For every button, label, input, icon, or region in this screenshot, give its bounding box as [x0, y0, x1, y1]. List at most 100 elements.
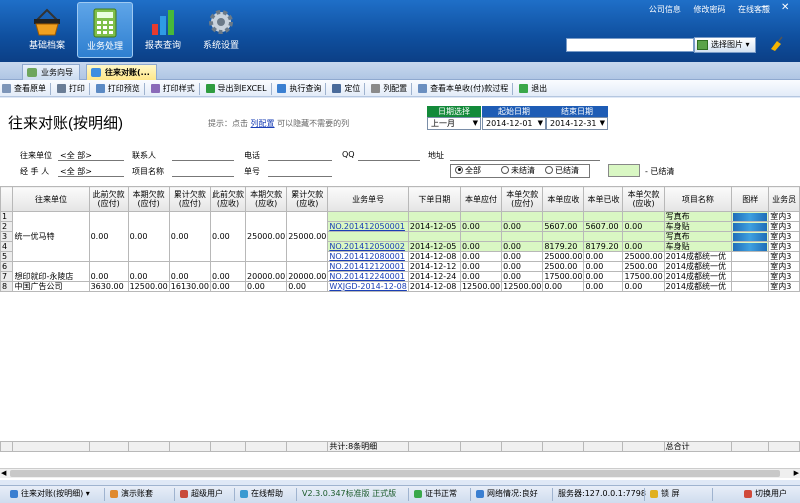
table-row[interactable]: 2 NO.201412050001 2014-12-05 0.00 0.00 5607.0…: [0, 221, 800, 232]
scroll-left-icon[interactable]: ◀: [1, 469, 6, 477]
close-icon[interactable]: ✕: [781, 2, 789, 13]
radio-settled[interactable]: 已结清: [545, 165, 579, 177]
total-cell: [542, 441, 585, 452]
table-row[interactable]: 6 NO.201412120001 2014-12-12 0.00 0.00 2500.0…: [0, 261, 800, 272]
doc-number-link[interactable]: NO.201412050002: [327, 241, 409, 252]
start-date-picker[interactable]: 2014-12-01 ▼: [482, 117, 546, 130]
exit-button[interactable]: 退出: [517, 81, 550, 96]
column-header[interactable]: 业务单号: [327, 186, 409, 212]
column-header[interactable]: 项目名称: [663, 186, 733, 212]
nav-basic-records[interactable]: 基础档案: [19, 2, 75, 58]
handler-label: 经 手 人: [20, 167, 50, 176]
print-button[interactable]: 打印: [55, 81, 88, 96]
view-original-button[interactable]: 查看原单: [0, 81, 49, 96]
empty-cell: [128, 312, 169, 322]
nav-business[interactable]: 业务处理: [77, 2, 133, 58]
broom-icon[interactable]: [768, 36, 784, 55]
column-header[interactable]: 此前欠款(应付): [88, 186, 129, 212]
column-header[interactable]: 本单已收: [583, 186, 624, 212]
minimize-icon[interactable]: ─: [762, 2, 768, 13]
table-row[interactable]: 5 NO.201412080001 2014-12-08 0.00 0.00 25000.…: [0, 251, 800, 262]
total-count: 共计:8条明细: [327, 441, 409, 452]
export-excel-button[interactable]: 导出到EXCEL: [204, 81, 270, 96]
doc-number-link[interactable]: [327, 231, 409, 242]
doc-number-link[interactable]: NO.201412240001: [327, 271, 409, 282]
table-row[interactable]: 8 中国广告公司 3630.00 12500.00 16130.00 0.00 0.00 0.…: [0, 281, 800, 292]
run-query-button[interactable]: 执行查询: [275, 81, 324, 96]
grid-cell: [209, 221, 247, 232]
doc-number-link[interactable]: NO.201412050001: [327, 221, 409, 232]
tab-reconciliation[interactable]: 往来对账(...: [86, 64, 157, 80]
column-header[interactable]: 累计欠款(应付): [168, 186, 211, 212]
column-header[interactable]: 本期欠款(应收): [245, 186, 288, 212]
phone-field[interactable]: [268, 160, 332, 161]
horizontal-scrollbar[interactable]: ◀ ▶: [0, 468, 800, 478]
empty-cell: [732, 332, 769, 342]
contact-field[interactable]: [172, 160, 234, 161]
company-info-link[interactable]: 公司信息: [649, 5, 681, 14]
empty-cell: [169, 352, 210, 362]
date-select-dropdown[interactable]: 上一月 ▼: [427, 117, 481, 130]
qq-field[interactable]: [358, 160, 420, 161]
select-image-button[interactable]: 选择图片 ▾: [694, 37, 756, 53]
doc-number-link[interactable]: NO.201412080001: [327, 251, 409, 262]
column-header[interactable]: 本单应收: [542, 186, 585, 212]
column-header[interactable]: 本单应付: [459, 186, 503, 212]
view-payment-process-button[interactable]: 查看本单收(付)款过程: [416, 81, 511, 96]
column-header[interactable]: 此前欠款(应收): [209, 186, 247, 212]
online-help[interactable]: 在线帮助: [238, 486, 283, 503]
empty-cell: [664, 332, 732, 342]
empty-cell: [732, 302, 769, 312]
grid-cell: [583, 211, 624, 222]
column-header[interactable]: 累计欠款(应收): [286, 186, 329, 212]
switch-user-button[interactable]: 切换用户: [742, 486, 787, 503]
column-header[interactable]: 本单欠款(应收): [622, 186, 665, 212]
empty-cell: [210, 392, 245, 402]
address-field[interactable]: [450, 160, 600, 161]
column-config-button[interactable]: 列配置: [369, 81, 410, 96]
radio-all[interactable]: 全部: [455, 165, 481, 177]
table-row[interactable]: 4 NO.201412050002 2014-12-05 0.00 0.00 8179.2…: [0, 241, 800, 252]
column-config-link[interactable]: 列配置: [251, 119, 275, 128]
grid-cell: [127, 241, 170, 252]
column-header[interactable]: 业务员: [768, 186, 800, 212]
tab-business-guide[interactable]: 业务向导: [22, 64, 80, 80]
table-row[interactable]: 3 统一优马特 0.00 0.00 0.00 0.00 25000.00 25000.00 写真…: [0, 231, 800, 242]
current-report-menu[interactable]: 往来对账(按明细) ▾: [8, 486, 90, 503]
nav-reports[interactable]: 报表查询: [135, 2, 191, 58]
demo-account[interactable]: 演示账套: [108, 486, 153, 503]
doc-number-link[interactable]: [327, 211, 409, 222]
empty-cell: [246, 292, 287, 302]
nav-settings[interactable]: 系统设置: [193, 2, 249, 58]
column-header[interactable]: 本单欠款(应付): [501, 186, 544, 212]
project-field[interactable]: [172, 176, 234, 177]
empty-cell: [328, 382, 409, 392]
table-row[interactable]: 1 写真布 室内3: [0, 211, 800, 222]
search-input[interactable]: [566, 38, 694, 52]
docno-field[interactable]: [268, 176, 332, 177]
doc-number-link[interactable]: NO.201412120001: [327, 261, 409, 272]
end-date-picker[interactable]: 2014-12-31 ▼: [546, 117, 608, 130]
lock-screen-button[interactable]: 锁 屏: [648, 486, 680, 503]
scroll-right-icon[interactable]: ▶: [794, 469, 799, 477]
empty-cell: [89, 392, 128, 402]
column-header[interactable]: [0, 186, 14, 212]
image-thumbnail[interactable]: [733, 222, 768, 231]
doc-number-link[interactable]: WXJGD-2014-12-08: [327, 281, 409, 292]
empty-cell: [210, 312, 245, 322]
grid-cell: 0.00: [501, 261, 544, 272]
column-header[interactable]: 本期欠款(应付): [127, 186, 170, 212]
column-header[interactable]: 图样: [731, 186, 770, 212]
table-row[interactable]: 7 想印就印-永陵店 0.00 0.00 0.00 0.00 20000.00 20000.0…: [0, 271, 800, 282]
radio-unsettled[interactable]: 未结清: [501, 165, 535, 177]
print-preview-button[interactable]: 打印预览: [94, 81, 143, 96]
image-thumbnail[interactable]: [733, 242, 768, 251]
image-thumbnail[interactable]: [733, 212, 768, 221]
column-header[interactable]: 下单日期: [407, 186, 461, 212]
scroll-thumb[interactable]: [10, 470, 780, 477]
locate-button[interactable]: 定位: [330, 81, 363, 96]
print-style-button[interactable]: 打印样式: [149, 81, 198, 96]
change-password-link[interactable]: 修改密码: [693, 5, 725, 14]
column-header[interactable]: 往来单位: [12, 186, 90, 212]
image-thumbnail[interactable]: [733, 232, 768, 241]
